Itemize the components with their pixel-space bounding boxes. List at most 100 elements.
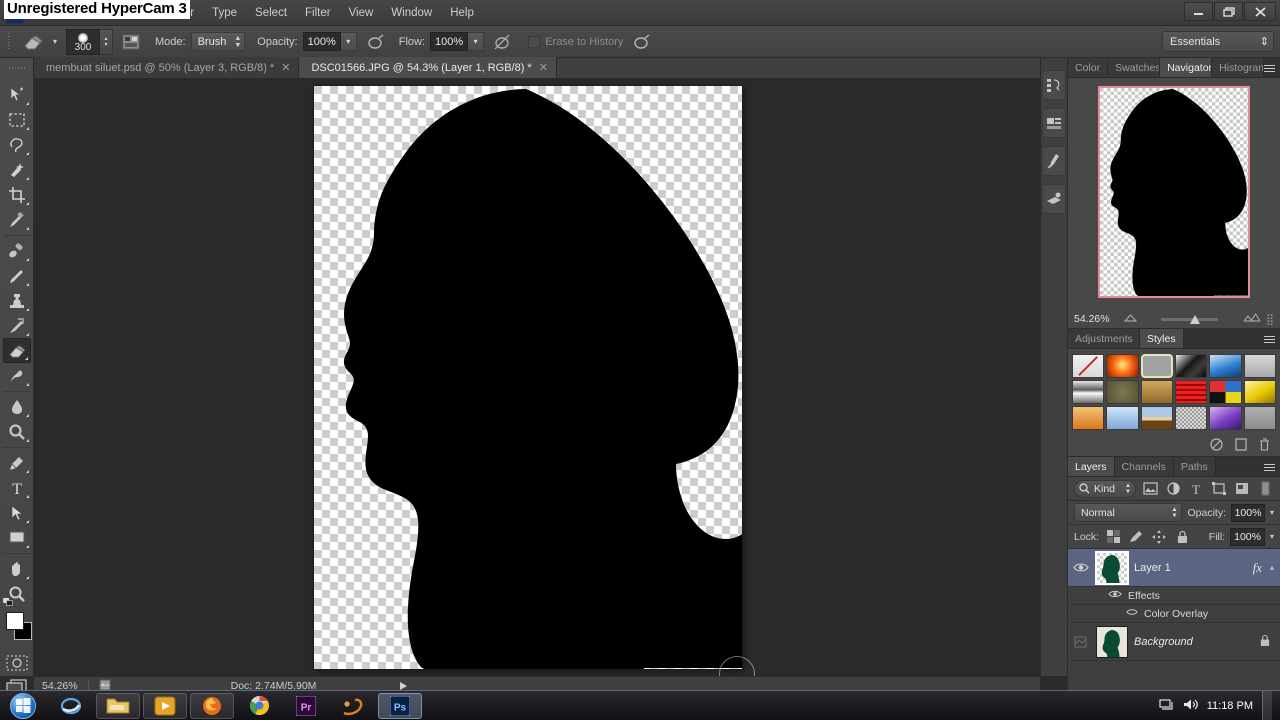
move-tool[interactable] — [3, 82, 31, 107]
brush-size-stepper[interactable]: ▴ ▾ — [100, 28, 113, 55]
layer-thumbnail[interactable] — [1096, 625, 1128, 658]
menu-select[interactable]: Select — [246, 1, 296, 26]
style-swatch-blue-gel[interactable] — [1209, 354, 1242, 378]
navigator-thumbnail[interactable] — [1098, 86, 1250, 298]
eraser-tool[interactable] — [2, 338, 31, 363]
history-panel-icon[interactable] — [1042, 70, 1066, 100]
flow-value[interactable]: 100% — [430, 32, 469, 51]
show-desktop-button[interactable] — [1262, 690, 1272, 720]
effect-visibility-icon[interactable] — [1126, 607, 1138, 620]
airbrush-toggle-icon[interactable] — [629, 30, 653, 54]
filter-adjustment-icon[interactable] — [1164, 480, 1182, 498]
layer-fill-chevron-down-icon[interactable]: ▾ — [1270, 532, 1274, 541]
horizontal-type-tool[interactable]: T — [3, 475, 31, 500]
lasso-tool[interactable] — [3, 132, 31, 157]
dodge-tool[interactable] — [3, 419, 31, 444]
hand-tool[interactable] — [2, 553, 31, 581]
style-swatch-sky-gradient[interactable] — [1106, 406, 1139, 430]
close-button[interactable] — [1244, 2, 1276, 21]
styles-swatch-grid[interactable] — [1068, 349, 1280, 435]
navigator-zoom-slider[interactable] — [1143, 312, 1238, 326]
tools-panel-grip[interactable] — [0, 60, 34, 76]
style-swatch-tan[interactable] — [1140, 380, 1173, 404]
style-swatch-gray-rounded[interactable] — [1140, 354, 1173, 378]
document-tab-membuat-siluet[interactable]: membuat siluet.psd @ 50% (Layer 3, RGB/8… — [34, 57, 300, 78]
style-swatch-gray-flat[interactable] — [1243, 354, 1276, 378]
tab-channels[interactable]: Channels — [1114, 457, 1174, 476]
layer-effect-color-overlay[interactable]: Color Overlay — [1068, 605, 1280, 623]
style-swatch-yellow-gel[interactable] — [1243, 380, 1276, 404]
taskbar-chrome-icon[interactable] — [237, 693, 281, 719]
clone-source-panel-icon[interactable] — [1042, 184, 1066, 214]
style-swatch-plain[interactable] — [1243, 406, 1276, 430]
zoom-out-icon[interactable] — [1123, 313, 1138, 325]
tab-navigator[interactable]: Navigator — [1160, 58, 1213, 77]
document-canvas[interactable] — [314, 86, 755, 676]
menu-filter[interactable]: Filter — [296, 1, 340, 26]
pen-tool[interactable] — [2, 447, 31, 475]
brush-panel-toggle-icon[interactable] — [119, 30, 143, 54]
filter-smart-object-icon[interactable] — [1233, 480, 1251, 498]
lock-image-pixels-icon[interactable] — [1127, 528, 1145, 546]
minimize-button[interactable] — [1184, 2, 1213, 21]
blend-mode-select[interactable]: Normal ▲ ▼ — [1074, 503, 1183, 522]
style-swatch-red-stripe[interactable] — [1174, 380, 1208, 404]
style-swatch-none[interactable] — [1072, 354, 1105, 378]
brush-tool[interactable] — [3, 263, 31, 288]
menu-help[interactable]: Help — [441, 1, 483, 26]
taskbar-premiere-pro-icon[interactable]: Pr — [284, 693, 328, 719]
style-swatch-red-glow[interactable] — [1106, 354, 1139, 378]
mini-bridge-panel-icon[interactable] — [1042, 108, 1066, 138]
eraser-icon[interactable] — [18, 30, 48, 54]
tool-preset-chevron-down-icon[interactable]: ▾ — [48, 31, 62, 53]
effects-visibility-icon[interactable] — [1108, 589, 1122, 602]
layer-opacity-chevron-down-icon[interactable]: ▾ — [1270, 508, 1274, 517]
menu-view[interactable]: View — [340, 1, 383, 26]
clear-style-icon[interactable] — [1210, 437, 1223, 454]
tab-styles[interactable]: Styles — [1140, 329, 1184, 348]
document-tab-dsc01566[interactable]: DSC01566.JPG @ 54.3% (Layer 1, RGB/8) * … — [299, 57, 557, 78]
default-colors-icon[interactable] — [3, 598, 15, 608]
airbrush-pressure-icon[interactable] — [363, 30, 387, 54]
taskbar-firefox-icon[interactable] — [190, 692, 234, 719]
quick-mask-icon[interactable] — [5, 654, 28, 672]
mode-select[interactable]: Brush ▲ ▼ — [190, 32, 246, 51]
style-swatch-purple-gel[interactable] — [1209, 406, 1242, 430]
taskbar-after-effects-icon[interactable] — [331, 693, 375, 719]
filter-pixel-icon[interactable] — [1141, 480, 1159, 498]
foreground-color-swatch[interactable] — [6, 612, 24, 630]
lock-position-icon[interactable] — [1150, 528, 1168, 546]
lock-transparent-pixels-icon[interactable] — [1104, 528, 1122, 546]
layer-name[interactable]: Background — [1134, 636, 1254, 648]
tablet-pressure-icon[interactable] — [490, 30, 514, 54]
layer-visibility-toggle-icon[interactable] — [1072, 559, 1090, 577]
layer-effects-group[interactable]: Effects — [1068, 587, 1280, 605]
menu-window[interactable]: Window — [382, 1, 441, 26]
eyedropper-tool[interactable] — [3, 207, 31, 232]
start-button[interactable] — [0, 691, 46, 720]
path-selection-tool[interactable] — [3, 500, 31, 525]
layer-visibility-toggle-icon[interactable] — [1072, 633, 1090, 651]
tab-layers[interactable]: Layers — [1068, 457, 1115, 476]
taskbar-windows-media-player-icon[interactable] — [143, 692, 187, 719]
brush-size-preview[interactable]: 300 — [66, 28, 100, 55]
style-swatch-sunset[interactable] — [1140, 406, 1173, 430]
quick-selection-tool[interactable] — [3, 157, 31, 182]
network-icon[interactable] — [1159, 698, 1174, 714]
panel-resize-grip[interactable]: ⣿ — [1266, 313, 1274, 326]
layer-name[interactable]: Layer 1 — [1134, 562, 1247, 574]
tab-paths[interactable]: Paths — [1173, 457, 1216, 476]
volume-icon[interactable] — [1183, 698, 1198, 714]
erase-to-history-option[interactable]: Erase to History — [528, 35, 623, 48]
layer-fx-icon[interactable]: fx — [1253, 560, 1262, 576]
tab-adjustments[interactable]: Adjustments — [1068, 329, 1140, 348]
restore-button[interactable] — [1214, 2, 1243, 21]
tab-histogram[interactable]: Histogram — [1212, 58, 1265, 77]
style-swatch-olive[interactable] — [1106, 380, 1139, 404]
layer-row-layer-1[interactable]: Layer 1 fx ▴ — [1068, 549, 1280, 587]
workspace-select[interactable]: Essentials ⇕ — [1162, 31, 1274, 52]
panel-menu-icon[interactable] — [1261, 460, 1277, 474]
lock-all-icon[interactable] — [1173, 528, 1191, 546]
style-swatch-confetti[interactable] — [1209, 380, 1242, 404]
navigator-zoom-value[interactable]: 54.26% — [1074, 313, 1118, 325]
